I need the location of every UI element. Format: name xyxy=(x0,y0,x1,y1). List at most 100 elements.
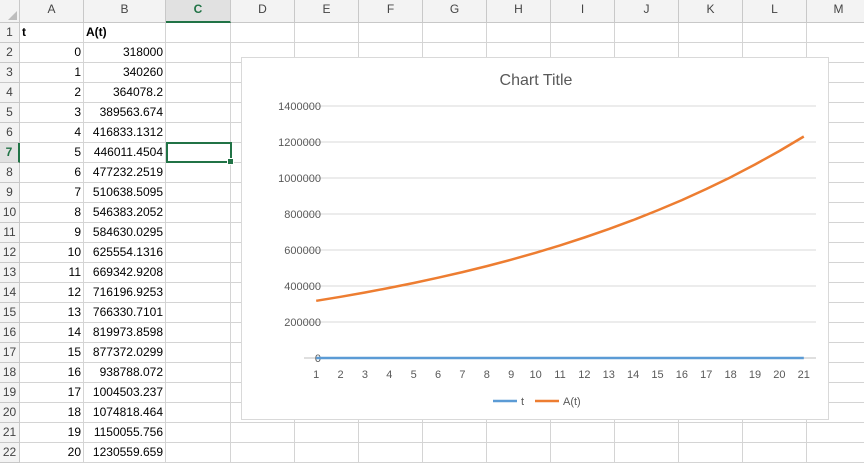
cell-h22[interactable] xyxy=(487,443,551,463)
fill-handle[interactable] xyxy=(227,158,234,165)
cell-a3[interactable]: 1 xyxy=(20,63,84,83)
cell-a10[interactable]: 8 xyxy=(20,203,84,223)
row-header-20[interactable]: 20 xyxy=(0,403,20,423)
cell-a4[interactable]: 2 xyxy=(20,83,84,103)
cell-c6[interactable] xyxy=(166,123,231,143)
cell-c12[interactable] xyxy=(166,243,231,263)
column-header-k[interactable]: K xyxy=(679,0,743,23)
cell-g22[interactable] xyxy=(423,443,487,463)
cell-c4[interactable] xyxy=(166,83,231,103)
cell-k1[interactable] xyxy=(679,23,743,43)
cell-b12[interactable]: 625554.1316 xyxy=(84,243,166,263)
cell-c8[interactable] xyxy=(166,163,231,183)
cell-c18[interactable] xyxy=(166,363,231,383)
cell-a1[interactable]: t xyxy=(20,23,84,43)
cell-b19[interactable]: 1004503.237 xyxy=(84,383,166,403)
cell-a11[interactable]: 9 xyxy=(20,223,84,243)
cell-m21[interactable] xyxy=(807,423,864,443)
cell-j21[interactable] xyxy=(615,423,679,443)
cell-c16[interactable] xyxy=(166,323,231,343)
cell-i22[interactable] xyxy=(551,443,615,463)
cell-a18[interactable]: 16 xyxy=(20,363,84,383)
cell-b15[interactable]: 766330.7101 xyxy=(84,303,166,323)
cell-a20[interactable]: 18 xyxy=(20,403,84,423)
cell-a8[interactable]: 6 xyxy=(20,163,84,183)
row-header-8[interactable]: 8 xyxy=(0,163,20,183)
column-header-i[interactable]: I xyxy=(551,0,615,23)
cell-a17[interactable]: 15 xyxy=(20,343,84,363)
cell-a12[interactable]: 10 xyxy=(20,243,84,263)
cell-i1[interactable] xyxy=(551,23,615,43)
column-header-m[interactable]: M xyxy=(807,0,864,23)
cell-b3[interactable]: 340260 xyxy=(84,63,166,83)
column-header-e[interactable]: E xyxy=(295,0,359,23)
cell-c13[interactable] xyxy=(166,263,231,283)
cell-b20[interactable]: 1074818.464 xyxy=(84,403,166,423)
cell-c5[interactable] xyxy=(166,103,231,123)
cell-c9[interactable] xyxy=(166,183,231,203)
cell-g1[interactable] xyxy=(423,23,487,43)
cell-b8[interactable]: 477232.2519 xyxy=(84,163,166,183)
cell-c3[interactable] xyxy=(166,63,231,83)
row-header-13[interactable]: 13 xyxy=(0,263,20,283)
cell-b22[interactable]: 1230559.659 xyxy=(84,443,166,463)
cell-c10[interactable] xyxy=(166,203,231,223)
row-header-4[interactable]: 4 xyxy=(0,83,20,103)
cell-a14[interactable]: 12 xyxy=(20,283,84,303)
cell-h21[interactable] xyxy=(487,423,551,443)
row-header-6[interactable]: 6 xyxy=(0,123,20,143)
cell-b7[interactable]: 446011.4504 xyxy=(84,143,166,163)
cell-d21[interactable] xyxy=(231,423,295,443)
column-header-d[interactable]: D xyxy=(231,0,295,23)
cell-a15[interactable]: 13 xyxy=(20,303,84,323)
cell-b16[interactable]: 819973.8598 xyxy=(84,323,166,343)
row-header-17[interactable]: 17 xyxy=(0,343,20,363)
cell-b4[interactable]: 364078.2 xyxy=(84,83,166,103)
cell-j1[interactable] xyxy=(615,23,679,43)
cell-m22[interactable] xyxy=(807,443,864,463)
cell-a2[interactable]: 0 xyxy=(20,43,84,63)
cell-b17[interactable]: 877372.0299 xyxy=(84,343,166,363)
cell-m1[interactable] xyxy=(807,23,864,43)
cell-a19[interactable]: 17 xyxy=(20,383,84,403)
cell-a13[interactable]: 11 xyxy=(20,263,84,283)
row-header-1[interactable]: 1 xyxy=(0,23,20,43)
row-header-15[interactable]: 15 xyxy=(0,303,20,323)
cell-b21[interactable]: 1150055.756 xyxy=(84,423,166,443)
active-cell-c7[interactable] xyxy=(166,142,234,165)
cell-d1[interactable] xyxy=(231,23,295,43)
cell-b9[interactable]: 510638.5095 xyxy=(84,183,166,203)
cell-c19[interactable] xyxy=(166,383,231,403)
row-header-3[interactable]: 3 xyxy=(0,63,20,83)
cell-c17[interactable] xyxy=(166,343,231,363)
row-header-16[interactable]: 16 xyxy=(0,323,20,343)
row-header-11[interactable]: 11 xyxy=(0,223,20,243)
cell-l22[interactable] xyxy=(743,443,807,463)
column-header-c[interactable]: C xyxy=(166,0,231,23)
column-header-a[interactable]: A xyxy=(20,0,84,23)
cell-h1[interactable] xyxy=(487,23,551,43)
cell-c2[interactable] xyxy=(166,43,231,63)
row-header-22[interactable]: 22 xyxy=(0,443,20,463)
cell-c21[interactable] xyxy=(166,423,231,443)
cell-a22[interactable]: 20 xyxy=(20,443,84,463)
row-header-19[interactable]: 19 xyxy=(0,383,20,403)
row-header-14[interactable]: 14 xyxy=(0,283,20,303)
cell-b18[interactable]: 938788.072 xyxy=(84,363,166,383)
select-all-corner[interactable] xyxy=(0,0,20,23)
row-header-18[interactable]: 18 xyxy=(0,363,20,383)
line-chart[interactable]: Chart Title 0 200000 400000 600000 800000 1000… xyxy=(241,57,829,420)
row-header-21[interactable]: 21 xyxy=(0,423,20,443)
cell-b6[interactable]: 416833.1312 xyxy=(84,123,166,143)
cell-e1[interactable] xyxy=(295,23,359,43)
cell-c11[interactable] xyxy=(166,223,231,243)
row-header-2[interactable]: 2 xyxy=(0,43,20,63)
cell-c22[interactable] xyxy=(166,443,231,463)
cell-l1[interactable] xyxy=(743,23,807,43)
cell-k21[interactable] xyxy=(679,423,743,443)
cell-c20[interactable] xyxy=(166,403,231,423)
cell-a21[interactable]: 19 xyxy=(20,423,84,443)
cell-a9[interactable]: 7 xyxy=(20,183,84,203)
cell-c1[interactable] xyxy=(166,23,231,43)
cell-a6[interactable]: 4 xyxy=(20,123,84,143)
